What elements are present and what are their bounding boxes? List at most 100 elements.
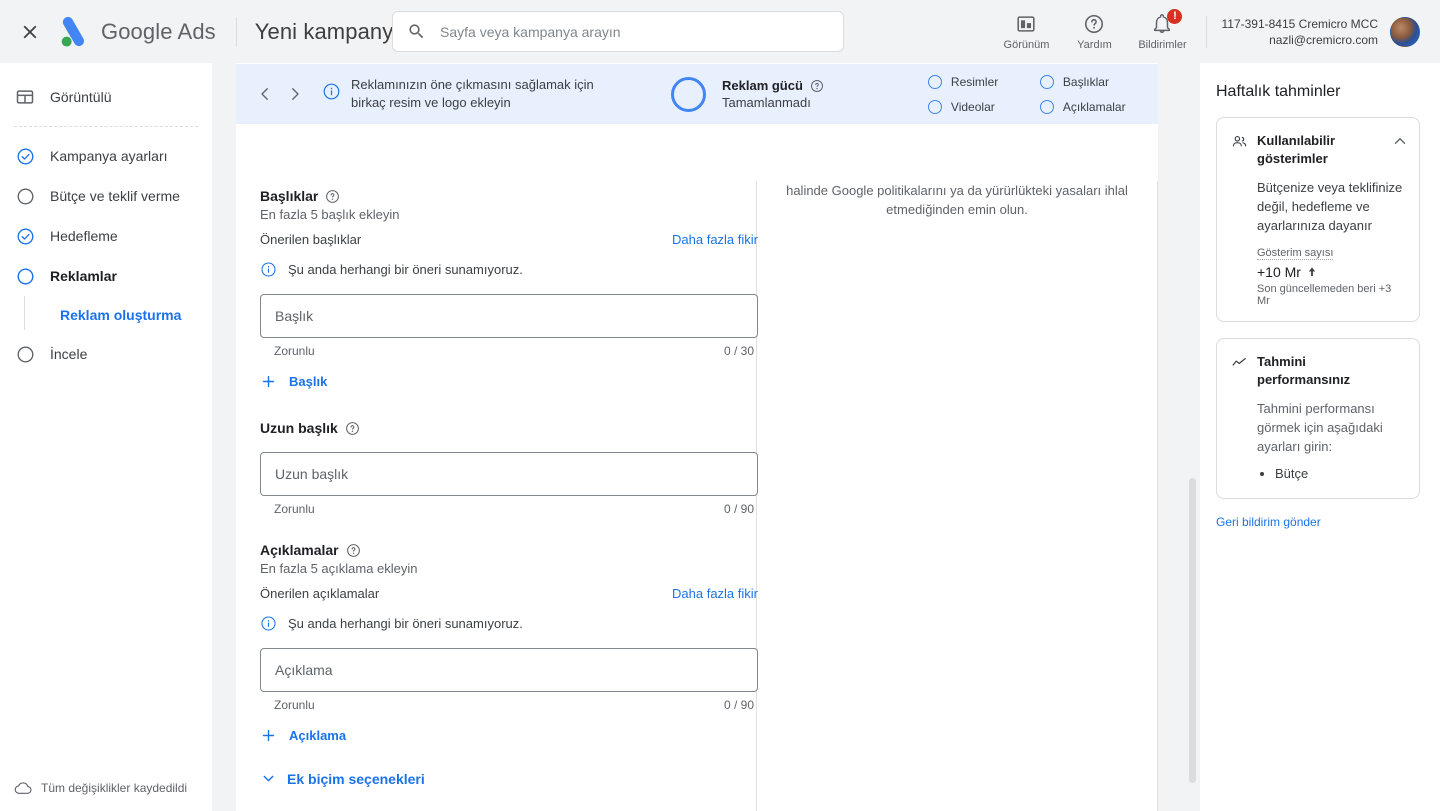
checklist-item-videos[interactable]: Videolar	[927, 99, 1040, 114]
headlines-note: Şu anda herhangi bir öneri sunamıyoruz.	[288, 262, 523, 277]
descriptions-help-button[interactable]	[346, 543, 361, 558]
notifications-button[interactable]: ! Bildirimler	[1130, 4, 1194, 60]
long-headline-counter: 0 / 90	[723, 502, 754, 516]
banner-next-button[interactable]	[280, 79, 310, 109]
people-icon	[1231, 133, 1248, 155]
headlines-suggestion-row: Önerilen başlıklar Daha fazla fikir	[260, 232, 758, 247]
account-id-name: 117-391-8415 Cremicro MCC	[1221, 16, 1378, 31]
headlines-help-button[interactable]	[325, 189, 340, 204]
impressions-metric-value: +10 Mr	[1257, 264, 1301, 280]
sidebar-item-campaign-type[interactable]: Görüntülü	[0, 77, 212, 117]
help-icon	[1085, 14, 1104, 33]
banner-info-button[interactable]	[322, 82, 341, 106]
account-info[interactable]: 117-391-8415 Cremicro MCC nazli@cremicro…	[1221, 16, 1378, 48]
close-button[interactable]	[6, 8, 54, 56]
top-app-bar: Google Ads Yeni kampanya Sayfa veya kamp…	[0, 0, 1440, 63]
checklist-label-images: Resimler	[950, 74, 999, 89]
ad-strength-indicator: Reklam gücü Tamamlanmadı	[671, 76, 824, 112]
impressions-metric-label[interactable]: Gösterim sayısı	[1257, 247, 1334, 260]
available-impressions-card: Kullanılabilir gösterimler Bütçenize vey…	[1216, 117, 1420, 322]
brand-label: Google Ads	[101, 18, 216, 44]
long-headline-input[interactable]: Uzun başlık	[260, 452, 758, 496]
requirement-item: Bütçe	[1275, 464, 1405, 484]
add-headline-label: Başlık	[289, 373, 328, 389]
account-divider	[1206, 15, 1208, 48]
descriptions-note-row: Şu anda herhangi bir öneri sunamıyoruz.	[260, 615, 758, 632]
google-ads-logo[interactable]: Google Ads	[58, 16, 216, 47]
header-divider	[235, 16, 237, 47]
headlines-section: Başlıklar En fazla 5 başlık ekleyin Öner…	[260, 188, 758, 394]
search-icon	[409, 24, 424, 39]
appearance-icon	[1017, 15, 1036, 32]
notifications-label: Bildirimler	[1138, 38, 1187, 51]
content-scrollbar-thumb[interactable]	[1189, 478, 1196, 783]
sidebar-item-campaign-settings[interactable]: Kampanya ayarları	[0, 136, 212, 176]
sidebar-item-budget-bidding[interactable]: Bütçe ve teklif verme	[0, 176, 212, 216]
display-campaign-icon	[14, 86, 36, 108]
checklist-item-descriptions[interactable]: Açıklamalar	[1039, 99, 1152, 114]
headline-input[interactable]: Başlık	[260, 294, 758, 338]
ad-strength-checklist: Resimler Başlıklar Videolar Açıklamalar	[927, 69, 1152, 119]
sidebar-item-create-ad[interactable]: Reklam oluşturma	[24, 296, 212, 334]
info-icon	[261, 262, 276, 277]
sidebar-label-budget-bidding: Bütçe ve teklif verme	[50, 188, 180, 204]
headlines-title: Başlıklar	[260, 188, 319, 204]
headlines-more-ideas-link[interactable]: Daha fazla fikir	[672, 232, 758, 247]
descriptions-hint: En fazla 5 açıklama ekleyin	[260, 561, 418, 576]
long-headline-help-button[interactable]	[345, 421, 360, 436]
ad-strength-help-button[interactable]	[810, 79, 824, 93]
descriptions-more-ideas-link[interactable]: Daha fazla fikir	[672, 586, 758, 601]
expander-additional-format-options[interactable]: Ek biçim seçenekleri	[260, 770, 758, 787]
checklist-item-images[interactable]: Resimler	[927, 74, 1040, 89]
expander-label-additional-format-options: Ek biçim seçenekleri	[287, 770, 425, 787]
help-circle-icon	[810, 79, 823, 92]
ad-creation-card: halinde Google politikalarını ya da yürü…	[236, 63, 1158, 811]
add-headline-button[interactable]: Başlık	[260, 368, 758, 394]
help-circle-icon	[326, 189, 340, 203]
descriptions-title-row: Açıklamalar	[260, 542, 758, 558]
ad-strength-status: Tamamlanmadı	[722, 95, 811, 110]
notification-badge: !	[1167, 8, 1183, 24]
plus-icon	[260, 727, 277, 744]
ad-strength-ring	[671, 76, 706, 112]
available-impressions-title: Kullanılabilir gösterimler	[1257, 133, 1336, 166]
ad-strength-title-row: Reklam gücü	[722, 78, 824, 93]
long-headline-title: Uzun başlık	[260, 420, 338, 436]
send-feedback-link[interactable]: Geri bildirim gönder	[1216, 515, 1420, 529]
help-button[interactable]: Yardım	[1062, 4, 1126, 60]
chevron-left-icon	[261, 88, 268, 100]
weekly-estimates-title: Haftalık tahminler	[1216, 83, 1341, 100]
saved-status-label: Tüm değişiklikler kaydedildi	[41, 781, 188, 795]
sidebar-item-ads[interactable]: Reklamlar	[0, 256, 212, 296]
avatar[interactable]	[1390, 16, 1420, 47]
plus-icon	[260, 373, 277, 390]
long-headline-meta-row: Zorunlu 0 / 90	[260, 502, 758, 516]
available-impressions-body: Bütçenize veya teklifinize değil, hedefl…	[1257, 180, 1403, 233]
description-input[interactable]: Açıklama	[260, 648, 758, 692]
checklist-item-headlines[interactable]: Başlıklar	[1039, 74, 1152, 89]
available-impressions-collapse-button[interactable]	[1391, 132, 1409, 155]
help-circle-icon	[345, 421, 359, 435]
empty-circle-icon	[927, 99, 942, 114]
add-description-button[interactable]: Açıklama	[260, 722, 758, 748]
banner-prev-button[interactable]	[250, 79, 280, 109]
sidebar-item-review[interactable]: İncele	[0, 334, 212, 374]
checklist-label-videos: Videolar	[950, 99, 995, 114]
check-circle-icon	[14, 145, 36, 167]
estimated-performance-requirements: Bütçe	[1275, 464, 1405, 484]
sidebar-divider	[14, 126, 198, 127]
sidebar-item-targeting[interactable]: Hedefleme	[0, 216, 212, 256]
available-impressions-header: Kullanılabilir gösterimler	[1231, 132, 1405, 168]
chevron-down-icon	[260, 770, 277, 787]
search-input[interactable]: Sayfa veya kampanya arayın	[392, 11, 844, 52]
content-scrollbar-track[interactable]	[1186, 63, 1200, 811]
top-actions: Görünüm Yardım ! Bildirimler 117-391-841…	[992, 0, 1440, 63]
appearance-button[interactable]: Görünüm	[994, 4, 1058, 60]
appearance-label: Görünüm	[1003, 38, 1050, 51]
main-content-scroll[interactable]: halinde Google politikalarını ya da yürü…	[212, 63, 1200, 811]
sidebar-label-campaign-type: Görüntülü	[50, 89, 112, 105]
headlines-title-row: Başlıklar	[260, 188, 758, 204]
help-label: Yardım	[1077, 38, 1112, 51]
empty-circle-icon	[927, 74, 942, 89]
account-email: nazli@cremicro.com	[1269, 32, 1378, 47]
